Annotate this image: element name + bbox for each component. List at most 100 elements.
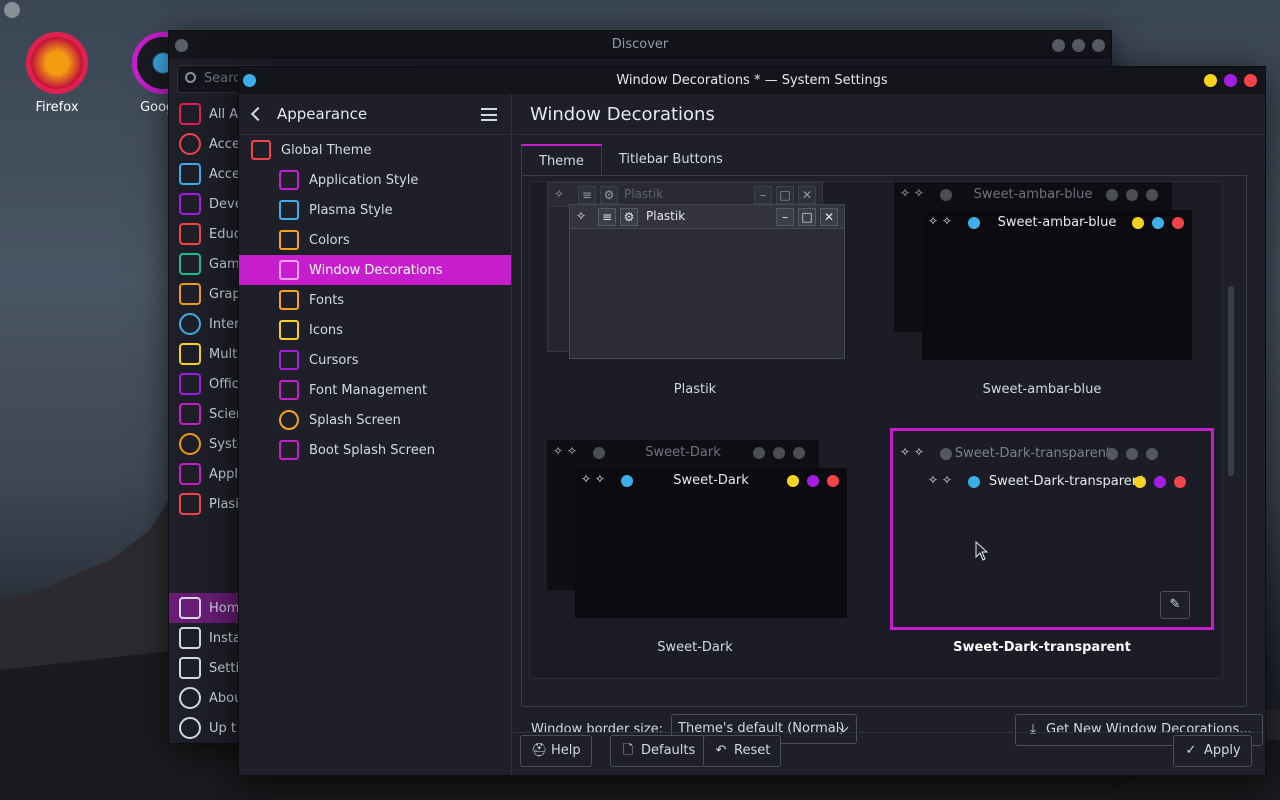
settings-titlebar[interactable]: Window Decorations * — System Settings	[239, 67, 1265, 94]
tab-bar: Theme Titlebar Buttons	[521, 144, 740, 176]
sidebar-item-global-theme[interactable]: Global Theme	[239, 135, 511, 165]
sidebar-item-plasma-style[interactable]: Plasma Style	[239, 195, 511, 225]
grid-icon	[179, 103, 201, 125]
desktop-icon-firefox[interactable]: Firefox	[12, 32, 102, 115]
search-icon	[185, 72, 196, 83]
reset-button[interactable]: ↶ Reset	[703, 735, 782, 767]
minimize-dot	[1132, 217, 1144, 229]
preview-titlebar: ✧ ✧ Sweet-ambar-blue	[922, 210, 1192, 234]
scrollbar[interactable]	[1228, 286, 1234, 476]
category-item[interactable]: Mult	[169, 339, 241, 369]
sidebar-item-splash-screen[interactable]: Splash Screen	[239, 405, 511, 435]
maximize-dot	[1154, 476, 1166, 488]
sidebar-item-cursors[interactable]: Cursors	[239, 345, 511, 375]
sidebar-item-window-decorations[interactable]: Window Decorations	[239, 255, 511, 285]
theme-card-sweet-dark-transparent[interactable]: ✧ ✧ Sweet-Dark-transparent ✧ ✧ Sweet-Dar…	[877, 427, 1222, 678]
nav-home[interactable]: Hom	[169, 593, 241, 623]
minimize-button[interactable]	[1204, 74, 1217, 87]
document-icon: 🗋	[622, 743, 634, 758]
button-dot	[1106, 448, 1118, 460]
category-item[interactable]: Syste	[169, 429, 245, 459]
play-icon	[179, 343, 201, 365]
back-arrow-icon[interactable]	[250, 106, 266, 122]
theme-panel: ✧ ≡ ⚙ Plastik – □ ✕ ✧ ≡ ⚙ Plastik – □ ✕ …	[521, 175, 1247, 707]
graduation-cap-icon	[179, 223, 201, 245]
close-dot	[827, 475, 839, 487]
preview-titlebar-active: ✧ ✧ Sweet-Dark-transparent	[922, 469, 1194, 493]
sidebar-item-icons[interactable]: Icons	[239, 315, 511, 345]
sidebar-item-fonts[interactable]: Fonts	[239, 285, 511, 315]
sidebar-item-application-style[interactable]: Application Style	[239, 165, 511, 195]
sliders-icon	[179, 657, 201, 679]
category-item[interactable]: Offic	[169, 369, 241, 399]
theme-card-sweet-dark[interactable]: ✧ ✧ Sweet-Dark ✧ ✧ Sweet-Dark Sweet-Dark	[530, 427, 877, 678]
minimize-button[interactable]	[1052, 39, 1065, 52]
document-icon	[179, 373, 201, 395]
maximize-button[interactable]	[1072, 39, 1085, 52]
help-icon: ⛑	[531, 743, 548, 758]
chart-icon	[179, 163, 201, 185]
defaults-button[interactable]: 🗋 Defaults	[610, 735, 707, 767]
button-dot	[1126, 189, 1138, 201]
accessibility-icon	[179, 133, 201, 155]
firefox-icon	[26, 32, 88, 94]
close-button[interactable]	[1092, 39, 1105, 52]
category-item[interactable]: Scien	[169, 399, 244, 429]
settings-icon: ⚙	[600, 186, 618, 204]
preview-window-active: ✧ ≡ ⚙ Plastik – □ ✕	[569, 204, 845, 359]
apply-button[interactable]: ✓ Apply	[1173, 735, 1252, 767]
tab-theme[interactable]: Theme	[521, 144, 602, 176]
preview-titlebar-inactive: ✧ ✧ Sweet-Dark-transparent	[894, 441, 1172, 465]
maximize-dot	[807, 475, 819, 487]
tab-titlebar-buttons[interactable]: Titlebar Buttons	[602, 144, 740, 176]
category-item[interactable]: Deve	[169, 189, 243, 219]
home-icon	[179, 597, 201, 619]
nav-installed[interactable]: Insta	[169, 623, 241, 653]
sidebar-item-boot-splash-screen[interactable]: Boot Splash Screen	[239, 435, 511, 465]
app-menu-icon[interactable]	[243, 74, 256, 87]
window-icon	[279, 260, 299, 280]
nav-settings[interactable]: Setti	[169, 653, 241, 683]
sidebar-header: Appearance	[239, 94, 511, 135]
button-dot	[1146, 448, 1158, 460]
category-item[interactable]: Grap	[169, 279, 241, 309]
theme-name: Sweet-Dark	[657, 640, 733, 655]
settings-sidebar: Appearance Global Theme Application Styl…	[239, 94, 512, 775]
footer-divider	[513, 732, 1265, 733]
gamepad-icon	[179, 253, 201, 275]
sidebar-item-colors[interactable]: Colors	[239, 225, 511, 255]
category-item[interactable]: Acce	[169, 159, 241, 189]
preview-window-active: ✧ ✧ Sweet-ambar-blue	[922, 210, 1192, 360]
menu-icon: ≡	[578, 186, 596, 204]
discover-titlebar[interactable]: Discover	[169, 31, 1111, 59]
download-icon: ⤓	[1030, 722, 1036, 737]
theme-name: Sweet-ambar-blue	[982, 382, 1102, 397]
icons-grid-icon	[279, 320, 299, 340]
theme-card-sweet-ambar-blue[interactable]: ✧ ✧ Sweet-ambar-blue ✧ ✧ Sweet-ambar-blu…	[877, 182, 1222, 427]
preview-titlebar: ✧ ✧ Sweet-Dark	[575, 468, 847, 492]
category-item[interactable]: All A	[169, 99, 241, 129]
tray-icon[interactable]	[4, 2, 20, 18]
close-dot	[1172, 217, 1184, 229]
category-item[interactable]: Appl	[169, 459, 241, 489]
color-brush-icon	[279, 230, 299, 250]
category-item[interactable]: Gam	[169, 249, 241, 279]
theme-card-plastik[interactable]: ✧ ≡ ⚙ Plastik – □ ✕ ✧ ≡ ⚙ Plastik – □ ✕ …	[530, 182, 877, 427]
category-item[interactable]: Plasi	[169, 489, 241, 519]
category-item[interactable]: Inter	[169, 309, 241, 339]
nav-about[interactable]: Abou	[169, 683, 242, 713]
theme-grid: ✧ ≡ ⚙ Plastik – □ ✕ ✧ ≡ ⚙ Plastik – □ ✕ …	[529, 181, 1223, 679]
hamburger-menu-icon[interactable]	[481, 108, 497, 121]
button-dot	[773, 447, 785, 459]
help-button[interactable]: ⛑ Help	[520, 735, 592, 767]
nav-updates[interactable]: Up t	[169, 713, 241, 743]
category-item[interactable]: Acce	[169, 129, 241, 159]
maximize-button[interactable]	[1224, 74, 1237, 87]
window-menu-icon[interactable]	[175, 39, 188, 52]
arrow-up-icon	[179, 717, 201, 739]
close-button[interactable]	[1244, 74, 1257, 87]
sidebar-item-font-management[interactable]: Font Management	[239, 375, 511, 405]
edit-theme-button[interactable]: ✎	[1160, 591, 1190, 619]
category-item[interactable]: Educ	[169, 219, 241, 249]
button-dot	[1106, 189, 1118, 201]
